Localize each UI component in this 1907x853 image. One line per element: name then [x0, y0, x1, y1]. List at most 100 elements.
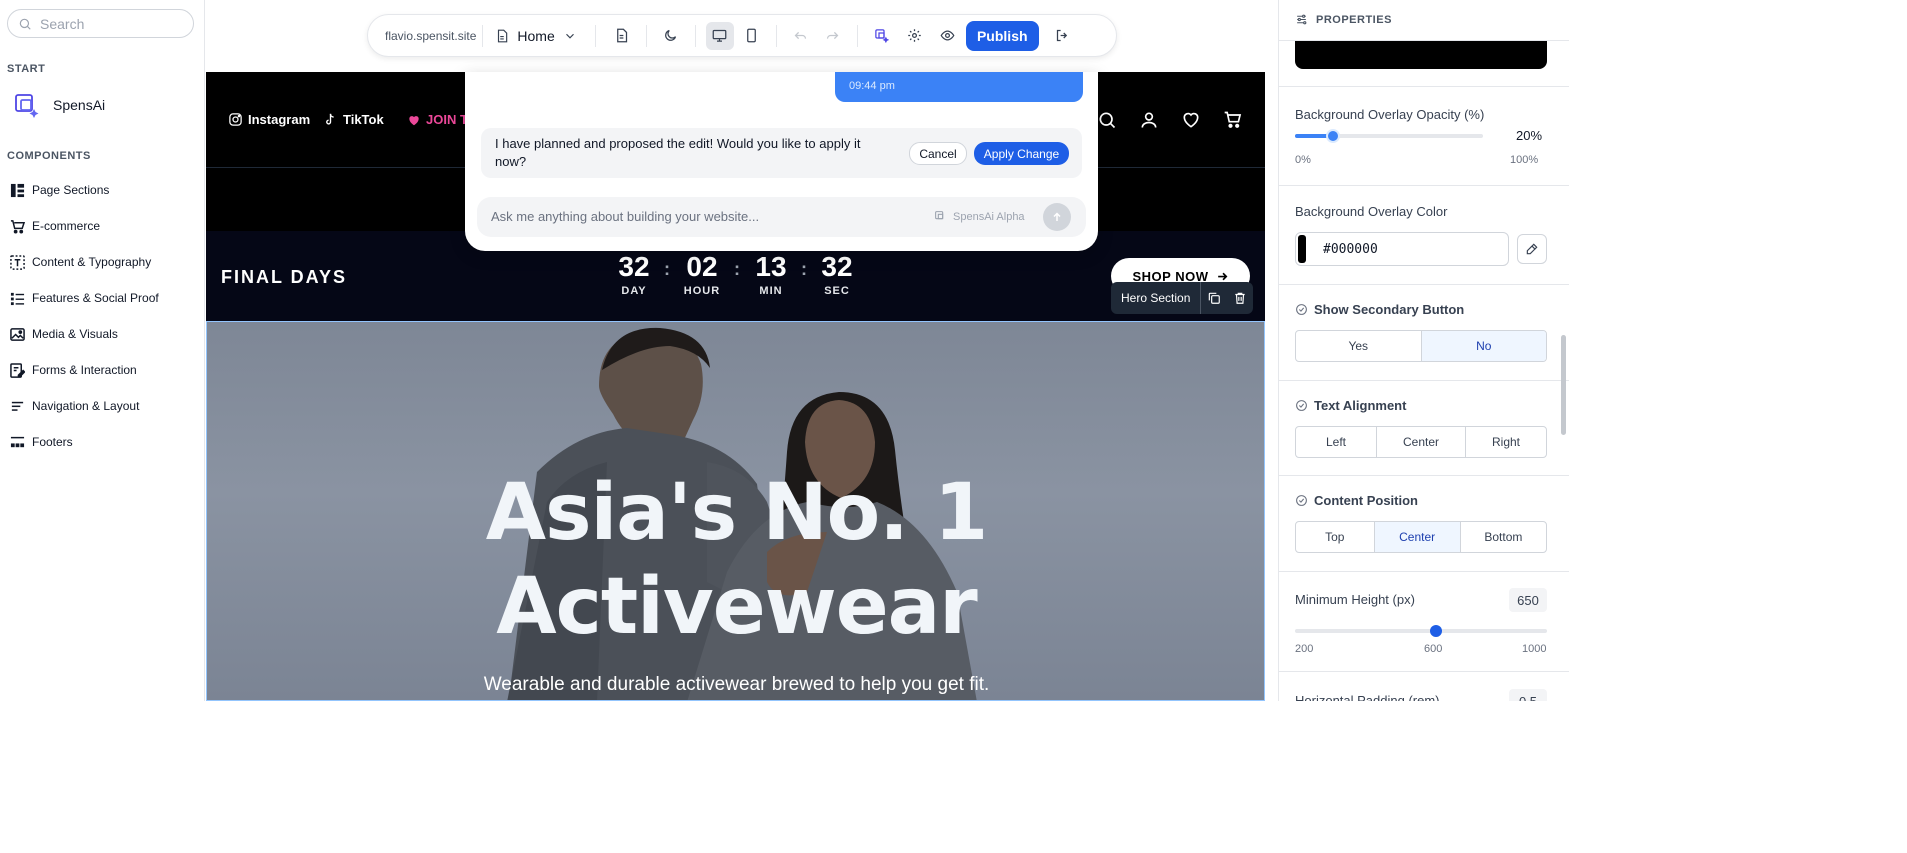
divider [694, 24, 696, 47]
countdown-colon: : [664, 259, 670, 279]
divider [1279, 475, 1569, 476]
cancel-button[interactable]: Cancel [909, 142, 967, 165]
divider [1279, 185, 1569, 186]
option-bottom[interactable]: Bottom [1461, 522, 1546, 552]
text-alignment-toggle: Left Center Right [1295, 426, 1547, 458]
option-left[interactable]: Left [1296, 427, 1377, 457]
cart-icon[interactable] [1223, 110, 1243, 130]
overlay-opacity-thumb[interactable] [1326, 129, 1340, 143]
component-label: Media & Visuals [32, 327, 118, 341]
divider [856, 24, 858, 47]
spensai-label: SpensAi [53, 97, 106, 113]
search-input[interactable]: Search [7, 9, 194, 38]
search-icon [19, 18, 31, 30]
component-content-typography[interactable]: Content & Typography [10, 244, 200, 280]
trash-icon [1235, 292, 1246, 304]
component-ecommerce[interactable]: E-commerce [10, 208, 200, 244]
overlay-color-input[interactable]: #000000 [1295, 232, 1509, 266]
component-navigation-layout[interactable]: Navigation & Layout [10, 388, 200, 424]
divider [775, 24, 777, 47]
option-center[interactable]: Center [1377, 427, 1466, 457]
option-center[interactable]: Center [1374, 522, 1461, 552]
secondary-button-toggle: Yes No [1295, 330, 1547, 362]
check-circle-icon [1296, 400, 1307, 411]
tiktok-link[interactable]: TikTok [323, 112, 384, 127]
min-height-tick-mid: 600 [1424, 643, 1443, 655]
overlay-opacity-max: 100% [1510, 154, 1539, 166]
component-features-social-proof[interactable]: Features & Social Proof [10, 280, 200, 316]
apply-change-button[interactable]: Apply Change [974, 142, 1069, 165]
ai-assistant-button[interactable] [868, 22, 896, 50]
overlay-color-label: Background Overlay Color [1295, 204, 1448, 219]
spensai-alpha-badge: SpensAi Alpha [934, 210, 1025, 223]
min-height-label: Minimum Height (px) [1295, 592, 1415, 607]
search-icon[interactable] [1097, 110, 1117, 130]
min-height-value[interactable]: 650 [1509, 588, 1547, 612]
divider [1279, 86, 1569, 87]
exit-button[interactable] [1049, 22, 1077, 50]
send-button[interactable] [1043, 203, 1071, 231]
components-section-label: COMPONENTS [7, 150, 91, 162]
dark-mode-button[interactable] [657, 22, 685, 50]
pages-button[interactable] [608, 22, 636, 50]
component-media-visuals[interactable]: Media & Visuals [10, 316, 200, 352]
component-forms-interaction[interactable]: Forms & Interaction [10, 352, 200, 388]
redo-button[interactable] [819, 22, 847, 50]
join-link[interactable]: JOIN T [407, 112, 468, 127]
countdown-number: 32 [618, 251, 650, 282]
duplicate-section-button[interactable] [1201, 291, 1227, 305]
component-label: E-commerce [32, 219, 101, 233]
component-footers[interactable]: Footers [10, 424, 200, 460]
countdown-colon: : [801, 259, 807, 279]
color-swatch[interactable] [1298, 235, 1306, 263]
message-time: 09:44 pm [849, 80, 895, 92]
page-icon [498, 29, 508, 42]
arrow-up-icon [1053, 212, 1061, 221]
tiktok-label: TikTok [343, 112, 384, 127]
desktop-view-button[interactable] [705, 21, 734, 50]
ai-chat-panel: 09:44 pm I have planned and proposed the… [465, 72, 1098, 251]
component-list: Page Sections E-commerce Content & Typog… [10, 172, 200, 460]
min-height-track[interactable] [1295, 629, 1547, 633]
undo-icon [794, 31, 807, 40]
editor-toolbar: flavio.spensit.site Home Publish [367, 14, 1117, 57]
chevron-down-icon [565, 33, 574, 39]
content-position-toggle: Top Center Bottom [1295, 521, 1547, 553]
publish-button[interactable]: Publish [965, 20, 1039, 51]
properties-scrollbar[interactable] [1561, 335, 1566, 435]
option-top[interactable]: Top [1296, 522, 1375, 552]
properties-header: PROPERTIES [1295, 13, 1392, 26]
page-selector[interactable]: Home [495, 28, 576, 44]
mobile-view-button[interactable] [738, 22, 766, 50]
final-days-label: FINAL DAYS [221, 267, 348, 287]
instagram-icon [229, 113, 242, 126]
chat-input-placeholder: Ask me anything about building your webs… [491, 209, 760, 224]
eyedropper-icon [1526, 243, 1538, 255]
component-page-sections[interactable]: Page Sections [10, 172, 200, 208]
settings-button[interactable] [901, 22, 929, 50]
text-alignment-label: Text Alignment [1314, 398, 1407, 413]
option-right[interactable]: Right [1466, 427, 1546, 457]
user-icon[interactable] [1139, 110, 1159, 130]
instagram-link[interactable]: Instagram [228, 112, 310, 127]
spensai-logo-icon [15, 94, 39, 118]
document-icon [617, 28, 628, 43]
min-height-tick-max: 1000 [1522, 643, 1547, 655]
eyedropper-button[interactable] [1517, 234, 1547, 264]
min-height-thumb[interactable] [1430, 625, 1442, 637]
spensai-item[interactable]: SpensAi [14, 92, 105, 118]
check-circle-icon [1296, 304, 1307, 315]
preview-button[interactable] [934, 22, 962, 50]
sliders-icon [1297, 14, 1307, 25]
undo-button[interactable] [787, 22, 815, 50]
instagram-label: Instagram [248, 112, 311, 127]
countdown-hours: 02 HOUR [679, 253, 725, 298]
option-yes[interactable]: Yes [1296, 331, 1422, 361]
heart-icon[interactable] [1181, 110, 1201, 130]
option-no[interactable]: No [1421, 331, 1546, 361]
hero-section[interactable]: Asia's No. 1 Activewear Wearable and dur… [206, 321, 1265, 701]
horizontal-padding-value[interactable]: 0.5 [1509, 689, 1547, 701]
countdown-label: DAY [621, 285, 647, 297]
chat-input[interactable]: Ask me anything about building your webs… [477, 197, 1086, 237]
delete-section-button[interactable] [1227, 291, 1253, 305]
